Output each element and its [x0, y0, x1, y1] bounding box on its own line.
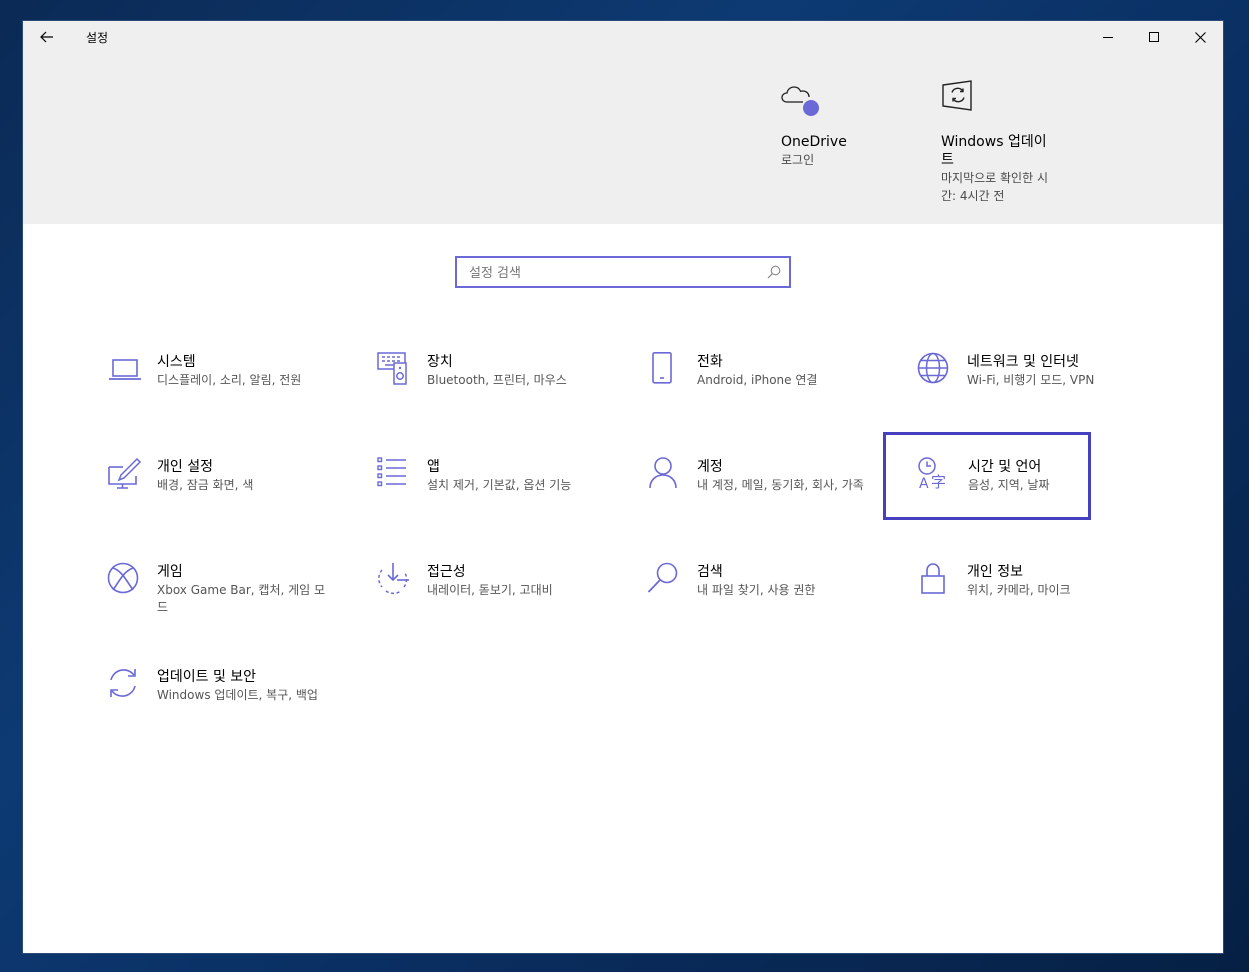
category-label: 게임	[157, 564, 183, 580]
onedrive-cloud-icon	[781, 86, 819, 116]
close-icon	[1194, 31, 1206, 43]
category-privacy[interactable]: 개인 정보 위치, 카메라, 마이크	[917, 562, 1119, 644]
category-desc: Bluetooth, 프린터, 마우스	[427, 373, 567, 387]
category-accessibility[interactable]: 접근성 내레이터, 돋보기, 고대비	[377, 562, 579, 644]
category-desc: Windows 업데이트, 복구, 백업	[157, 688, 318, 702]
settings-search-box[interactable]	[455, 256, 791, 288]
category-desc: 위치, 카메라, 마이크	[967, 583, 1071, 597]
category-accounts[interactable]: 계정 내 계정, 메일, 동기화, 회사, 가족	[647, 457, 864, 539]
category-personalization[interactable]: 개인 설정 배경, 잠금 화면, 색	[107, 457, 309, 539]
category-phone[interactable]: 전화 Android, iPhone 연결	[647, 352, 849, 434]
category-desc: 배경, 잠금 화면, 색	[157, 478, 254, 492]
window-title: 설정	[86, 31, 109, 45]
category-desc: 내레이터, 돋보기, 고대비	[427, 583, 553, 597]
windows-update-icon	[942, 80, 972, 111]
category-label: 앱	[427, 459, 440, 475]
maximize-icon	[1149, 32, 1159, 42]
search-input[interactable]	[467, 262, 761, 284]
category-search[interactable]: 검색 내 파일 찾기, 사용 권한	[647, 562, 849, 644]
category-label: 검색	[697, 564, 723, 580]
category-time-language[interactable]: A 字 시간 및 언어 음성, 지역, 날짜	[883, 432, 1091, 520]
accessibility-icon	[378, 563, 409, 595]
windows-update-subtitle: 마지막으로 확인한 시간: 4시간 전	[941, 171, 1048, 203]
back-arrow-icon	[40, 31, 53, 43]
category-desc: Wi-Fi, 비행기 모드, VPN	[967, 373, 1095, 387]
category-desc: 내 파일 찾기, 사용 권한	[697, 583, 816, 597]
phone-icon	[652, 352, 672, 384]
close-button[interactable]	[1177, 21, 1223, 53]
back-button[interactable]	[31, 24, 63, 50]
onedrive-subtitle: 로그인	[781, 153, 815, 167]
category-apps[interactable]: 앱 설치 제거, 기본값, 옵션 기능	[377, 457, 579, 539]
maximize-button[interactable]	[1131, 21, 1177, 53]
onedrive-tile[interactable]: OneDrive 로그인	[781, 83, 901, 167]
apps-list-icon	[377, 457, 406, 487]
category-label: 개인 설정	[157, 459, 213, 475]
settings-window: 설정 OneDrive 로그인 Windows 업데이트 마지막으로 확인한 시…	[23, 21, 1223, 953]
category-label: 계정	[697, 459, 723, 475]
windows-update-tile[interactable]: Windows 업데이트 마지막으로 확인한 시간: 4시간 전	[941, 79, 1061, 203]
category-label: 업데이트 및 보안	[157, 669, 257, 685]
minimize-icon	[1103, 37, 1113, 38]
category-desc: 음성, 지역, 날짜	[968, 478, 1050, 492]
search-magnifier-icon	[767, 265, 781, 279]
category-gaming[interactable]: 게임 Xbox Game Bar, 캡처, 게임 모드	[107, 562, 325, 644]
minimize-button[interactable]	[1085, 21, 1131, 53]
category-desc: 디스플레이, 소리, 알림, 전원	[157, 373, 302, 387]
category-system[interactable]: 시스템 디스플레이, 소리, 알림, 전원	[107, 352, 309, 434]
search-icon	[647, 562, 678, 593]
category-desc: Xbox Game Bar, 캡처, 게임 모드	[157, 583, 326, 614]
personalization-icon	[108, 457, 142, 489]
windows-update-title: Windows 업데이트	[941, 134, 1047, 168]
devices-icon	[377, 352, 407, 385]
category-desc: 설치 제거, 기본값, 옵션 기능	[427, 478, 572, 492]
category-network[interactable]: 네트워크 및 인터넷 Wi-Fi, 비행기 모드, VPN	[917, 352, 1119, 434]
category-label: 장치	[427, 354, 453, 370]
category-devices[interactable]: 장치 Bluetooth, 프린터, 마우스	[377, 352, 579, 434]
time-language-icon: A 字	[918, 457, 946, 492]
xbox-icon	[107, 562, 139, 594]
category-desc: Android, iPhone 연결	[697, 373, 818, 387]
onedrive-title: OneDrive	[781, 134, 847, 150]
category-label: 개인 정보	[967, 564, 1023, 580]
category-label: 시스템	[157, 354, 196, 370]
laptop-icon	[109, 359, 141, 380]
svg-text:字: 字	[931, 473, 946, 491]
category-label: 전화	[697, 354, 723, 370]
category-update-security[interactable]: 업데이트 및 보안 Windows 업데이트, 복구, 백업	[107, 667, 318, 749]
category-desc: 내 계정, 메일, 동기화, 회사, 가족	[697, 478, 864, 492]
category-label: 시간 및 언어	[968, 459, 1042, 475]
update-icon	[110, 669, 136, 697]
globe-icon	[917, 352, 949, 384]
lock-icon	[921, 563, 945, 594]
person-icon	[649, 457, 677, 489]
category-label: 네트워크 및 인터넷	[967, 354, 1079, 370]
category-label: 접근성	[427, 564, 466, 580]
title-bar: 설정	[23, 21, 1223, 53]
svg-text:A: A	[919, 476, 929, 492]
